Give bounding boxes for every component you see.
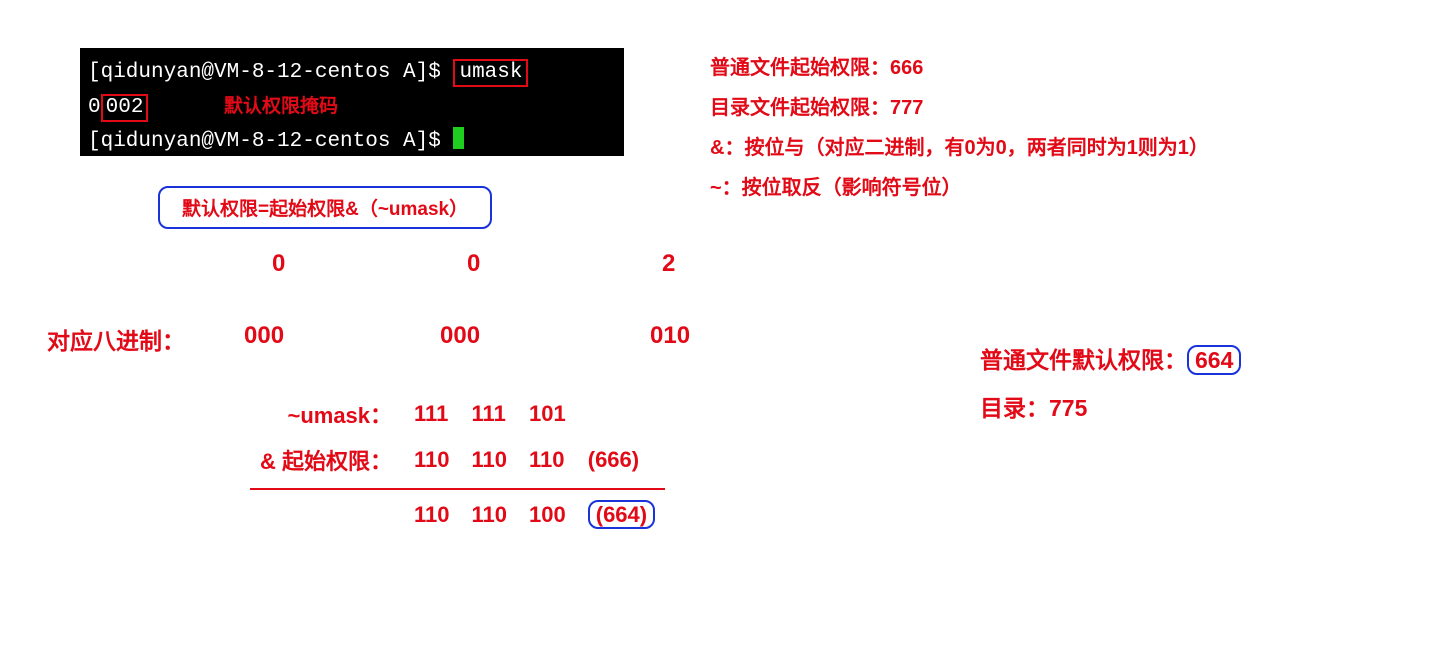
octal-label: 对应八进制： — [47, 322, 185, 356]
note-file-start: 普通文件起始权限：666 — [710, 48, 1209, 88]
umask-output-highlight: 002 — [101, 94, 149, 122]
result-file-line: 普通文件默认权限：664 — [980, 336, 1241, 384]
octal-group-1: 000 — [244, 322, 284, 350]
octal-group-3: 010 — [650, 322, 690, 350]
divider-line — [250, 488, 665, 490]
bits: 110 — [462, 438, 518, 482]
notes-block: 普通文件起始权限：666 目录文件起始权限：777 &：按位与（对应二进制，有0… — [710, 48, 1209, 208]
bits: 101 — [519, 392, 576, 436]
note-dir-start: 目录文件起始权限：777 — [710, 88, 1209, 128]
bits: 110 — [519, 438, 576, 482]
results-block: 普通文件默认权限：664 目录：775 — [980, 336, 1241, 433]
note-and-op: &：按位与（对应二进制，有0为0，两者同时为1则为1） — [710, 128, 1209, 168]
formula-box: 默认权限=起始权限&（~umask） — [158, 186, 492, 229]
prompt: [qidunyan@VM-8-12-centos A]$ — [88, 61, 453, 84]
calc-table: ~umask： 111 111 101 & 起始权限： 110 110 110 … — [248, 390, 667, 536]
start-perm-octal: (666) — [578, 438, 665, 482]
result-dir-line: 目录：775 — [980, 384, 1241, 432]
terminal-window: [qidunyan@VM-8-12-centos A]$ umask 0002 … — [80, 48, 624, 156]
result-highlight: (664) — [588, 500, 655, 529]
bits: 100 — [519, 496, 576, 534]
and-operator: & — [260, 449, 276, 474]
digit-1: 0 — [272, 250, 285, 278]
calculation-block: ~umask： 111 111 101 & 起始权限： 110 110 110 … — [248, 390, 667, 536]
terminal-line-3: [qidunyan@VM-8-12-centos A]$ — [88, 125, 616, 160]
umask-output-prefix: 0 — [88, 96, 101, 119]
terminal-line-2: 0002 默认权限掩码 — [88, 91, 616, 126]
result-file-label: 普通文件默认权限： — [980, 347, 1187, 373]
mask-code-label: 默认权限掩码 — [224, 96, 338, 117]
octal-group-2: 000 — [440, 322, 480, 350]
result-file-value: 664 — [1187, 345, 1241, 375]
prompt: [qidunyan@VM-8-12-centos A]$ — [88, 130, 453, 153]
bits: 111 — [404, 392, 460, 436]
calc-row-result: 110 110 100 (664) — [250, 496, 665, 534]
calc-row-start: & 起始权限： 110 110 110 (666) — [250, 438, 665, 482]
cursor-icon — [453, 127, 464, 149]
digit-3: 2 — [662, 250, 675, 278]
bits: 111 — [462, 392, 518, 436]
digit-2: 0 — [467, 250, 480, 278]
umask-inv-label: ~umask： — [287, 403, 392, 428]
note-not-op: ~：按位取反（影响符号位） — [710, 168, 1209, 208]
bits: 110 — [404, 496, 460, 534]
terminal-line-1: [qidunyan@VM-8-12-centos A]$ umask — [88, 56, 616, 91]
bits: 110 — [404, 438, 460, 482]
formula-text: 默认权限=起始权限&（~umask） — [182, 199, 468, 220]
umask-command-highlight: umask — [453, 59, 528, 87]
calc-row-umask: ~umask： 111 111 101 — [250, 392, 665, 436]
bits: 110 — [462, 496, 518, 534]
start-perm-label: 起始权限： — [282, 449, 392, 474]
